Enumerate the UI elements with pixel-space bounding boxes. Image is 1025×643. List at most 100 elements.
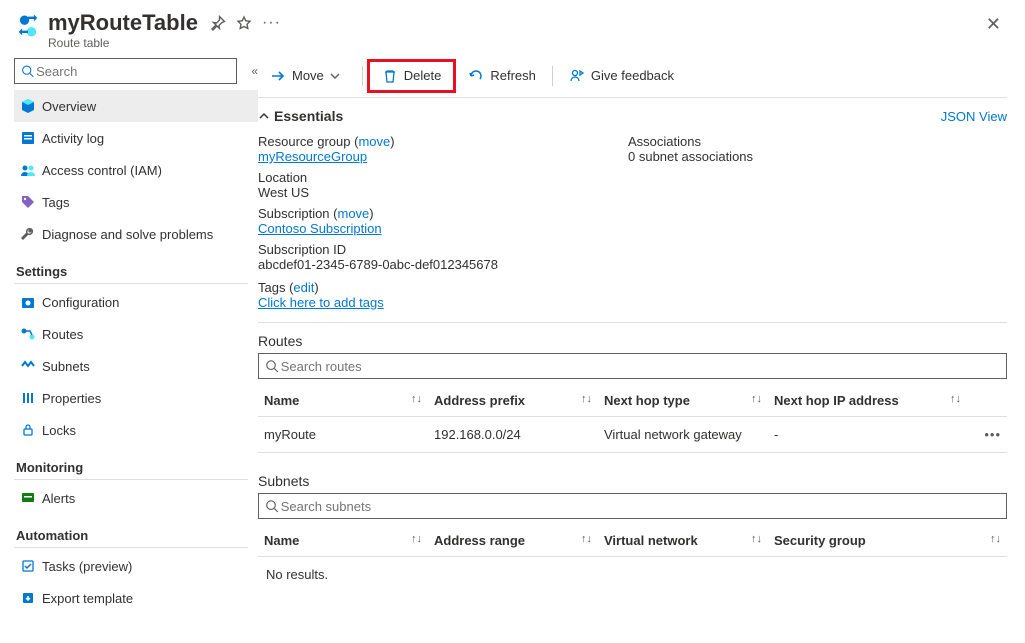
nav-label: Tasks (preview) — [42, 559, 132, 574]
subscription-move-link[interactable]: move — [338, 206, 370, 221]
essentials-title: Essentials — [274, 108, 343, 124]
page-title: myRouteTable — [48, 10, 198, 36]
route-name-cell: myRoute — [258, 417, 428, 453]
nav-label: Properties — [42, 391, 101, 406]
sidebar-search-input[interactable] — [34, 63, 230, 80]
nav-access-control[interactable]: Access control (IAM) — [14, 154, 258, 186]
tags-value[interactable]: Click here to add tags — [258, 295, 628, 310]
subnets-col-sg[interactable]: Security group↑↓ — [768, 525, 1007, 557]
nav-routes[interactable]: Routes — [14, 318, 258, 350]
sort-icon[interactable]: ↑↓ — [411, 393, 422, 405]
nav-overview[interactable]: Overview — [14, 90, 258, 122]
nav-activity-log[interactable]: Activity log — [14, 122, 258, 154]
nav-diagnose[interactable]: Diagnose and solve problems — [14, 218, 258, 250]
resource-group-value[interactable]: myResourceGroup — [258, 149, 628, 164]
route-table-icon — [14, 12, 42, 40]
nav-configuration[interactable]: Configuration — [14, 286, 258, 318]
sort-icon[interactable]: ↑↓ — [581, 393, 592, 405]
move-button[interactable]: Move — [258, 54, 358, 98]
subscription-id-label: Subscription ID — [258, 242, 628, 257]
refresh-label: Refresh — [490, 68, 536, 83]
nav-label: Diagnose and solve problems — [42, 227, 213, 242]
nav-label: Overview — [42, 99, 96, 114]
routes-search-input[interactable] — [279, 358, 1000, 375]
associations-label: Associations — [628, 134, 998, 149]
page-header: myRouteTable Route table ··· ✕ — [0, 0, 1025, 50]
subnets-col-range[interactable]: Address range↑↓ — [428, 525, 598, 557]
cube-icon — [20, 98, 42, 114]
nav-tasks[interactable]: Tasks (preview) — [14, 550, 258, 582]
close-button[interactable]: ✕ — [978, 10, 1009, 39]
nav-label: Access control (IAM) — [42, 163, 162, 178]
nav-label: Subnets — [42, 359, 90, 374]
essentials-header[interactable]: Essentials JSON View — [258, 98, 1007, 130]
nav-label: Export template — [42, 591, 133, 606]
command-bar: Move Delete Refresh Give feedback — [258, 54, 1007, 98]
tasks-icon — [20, 558, 42, 574]
location-label: Location — [258, 170, 628, 185]
nav-label: Routes — [42, 327, 83, 342]
sidebar-search[interactable] — [14, 58, 237, 84]
nav-label: Tags — [42, 195, 69, 210]
subnets-col-name[interactable]: Name↑↓ — [258, 525, 428, 557]
sidebar: « Overview Activity log Access control (… — [0, 50, 258, 614]
routes-col-hoptype[interactable]: Next hop type↑↓ — [598, 385, 768, 417]
search-icon — [265, 499, 279, 513]
route-prefix-cell: 192.168.0.0/24 — [428, 417, 598, 453]
routes-col-name[interactable]: Name↑↓ — [258, 385, 428, 417]
more-icon[interactable]: ··· — [262, 14, 281, 32]
resource-group-move-link[interactable]: move — [358, 134, 390, 149]
routes-col-hopip[interactable]: Next hop IP address↑↓ — [768, 385, 967, 417]
sort-icon[interactable]: ↑↓ — [581, 533, 592, 545]
feedback-button[interactable]: Give feedback — [557, 54, 686, 98]
associations-value: 0 subnet associations — [628, 149, 998, 164]
tag-icon — [20, 194, 42, 210]
subscription-label: Subscription (move) — [258, 206, 628, 221]
nav-alerts[interactable]: Alerts — [14, 482, 258, 514]
feedback-icon — [569, 68, 585, 84]
row-more-icon[interactable]: ••• — [967, 417, 1007, 453]
subnets-section-title: Subnets — [258, 473, 1007, 489]
nav-group-monitoring: Monitoring — [14, 446, 258, 477]
alerts-icon — [20, 490, 42, 506]
main-content: Move Delete Refresh Give feedback Essent… — [258, 50, 1025, 614]
sort-icon[interactable]: ↑↓ — [950, 393, 961, 405]
nav-locks[interactable]: Locks — [14, 414, 258, 446]
subnets-icon — [20, 358, 42, 374]
nav-subnets[interactable]: Subnets — [14, 350, 258, 382]
nav-properties[interactable]: Properties — [14, 382, 258, 414]
arrow-right-icon — [270, 68, 286, 84]
lock-icon — [20, 422, 42, 438]
subnets-search-input[interactable] — [279, 498, 1000, 515]
subscription-value[interactable]: Contoso Subscription — [258, 221, 628, 236]
separator — [552, 66, 553, 86]
tags-label: Tags (edit) — [258, 280, 628, 295]
json-view-link[interactable]: JSON View — [941, 109, 1007, 124]
routes-col-prefix[interactable]: Address prefix↑↓ — [428, 385, 598, 417]
subnets-col-vnet[interactable]: Virtual network↑↓ — [598, 525, 768, 557]
resource-group-label: Resource group (move) — [258, 134, 628, 149]
star-icon[interactable] — [236, 15, 252, 31]
gear-box-icon — [20, 294, 42, 310]
subnets-search[interactable] — [258, 493, 1007, 519]
refresh-button[interactable]: Refresh — [456, 54, 548, 98]
chevron-down-icon — [330, 71, 340, 81]
delete-button[interactable]: Delete — [367, 59, 457, 93]
sort-icon[interactable]: ↑↓ — [990, 533, 1001, 545]
sort-icon[interactable]: ↑↓ — [751, 393, 762, 405]
nav-tags[interactable]: Tags — [14, 186, 258, 218]
table-row[interactable]: myRoute 192.168.0.0/24 Virtual network g… — [258, 417, 1007, 453]
tags-edit-link[interactable]: edit — [293, 280, 314, 295]
nav-export-template[interactable]: Export template — [14, 582, 258, 614]
page-subtitle: Route table — [48, 36, 198, 50]
feedback-label: Give feedback — [591, 68, 674, 83]
move-label: Move — [292, 68, 324, 83]
delete-label: Delete — [404, 68, 442, 83]
wrench-icon — [20, 226, 42, 242]
collapse-sidebar-icon[interactable]: « — [251, 64, 258, 78]
routes-search[interactable] — [258, 353, 1007, 379]
sort-icon[interactable]: ↑↓ — [751, 533, 762, 545]
pin-icon[interactable] — [210, 15, 226, 31]
sort-icon[interactable]: ↑↓ — [411, 533, 422, 545]
trash-icon — [382, 68, 398, 84]
